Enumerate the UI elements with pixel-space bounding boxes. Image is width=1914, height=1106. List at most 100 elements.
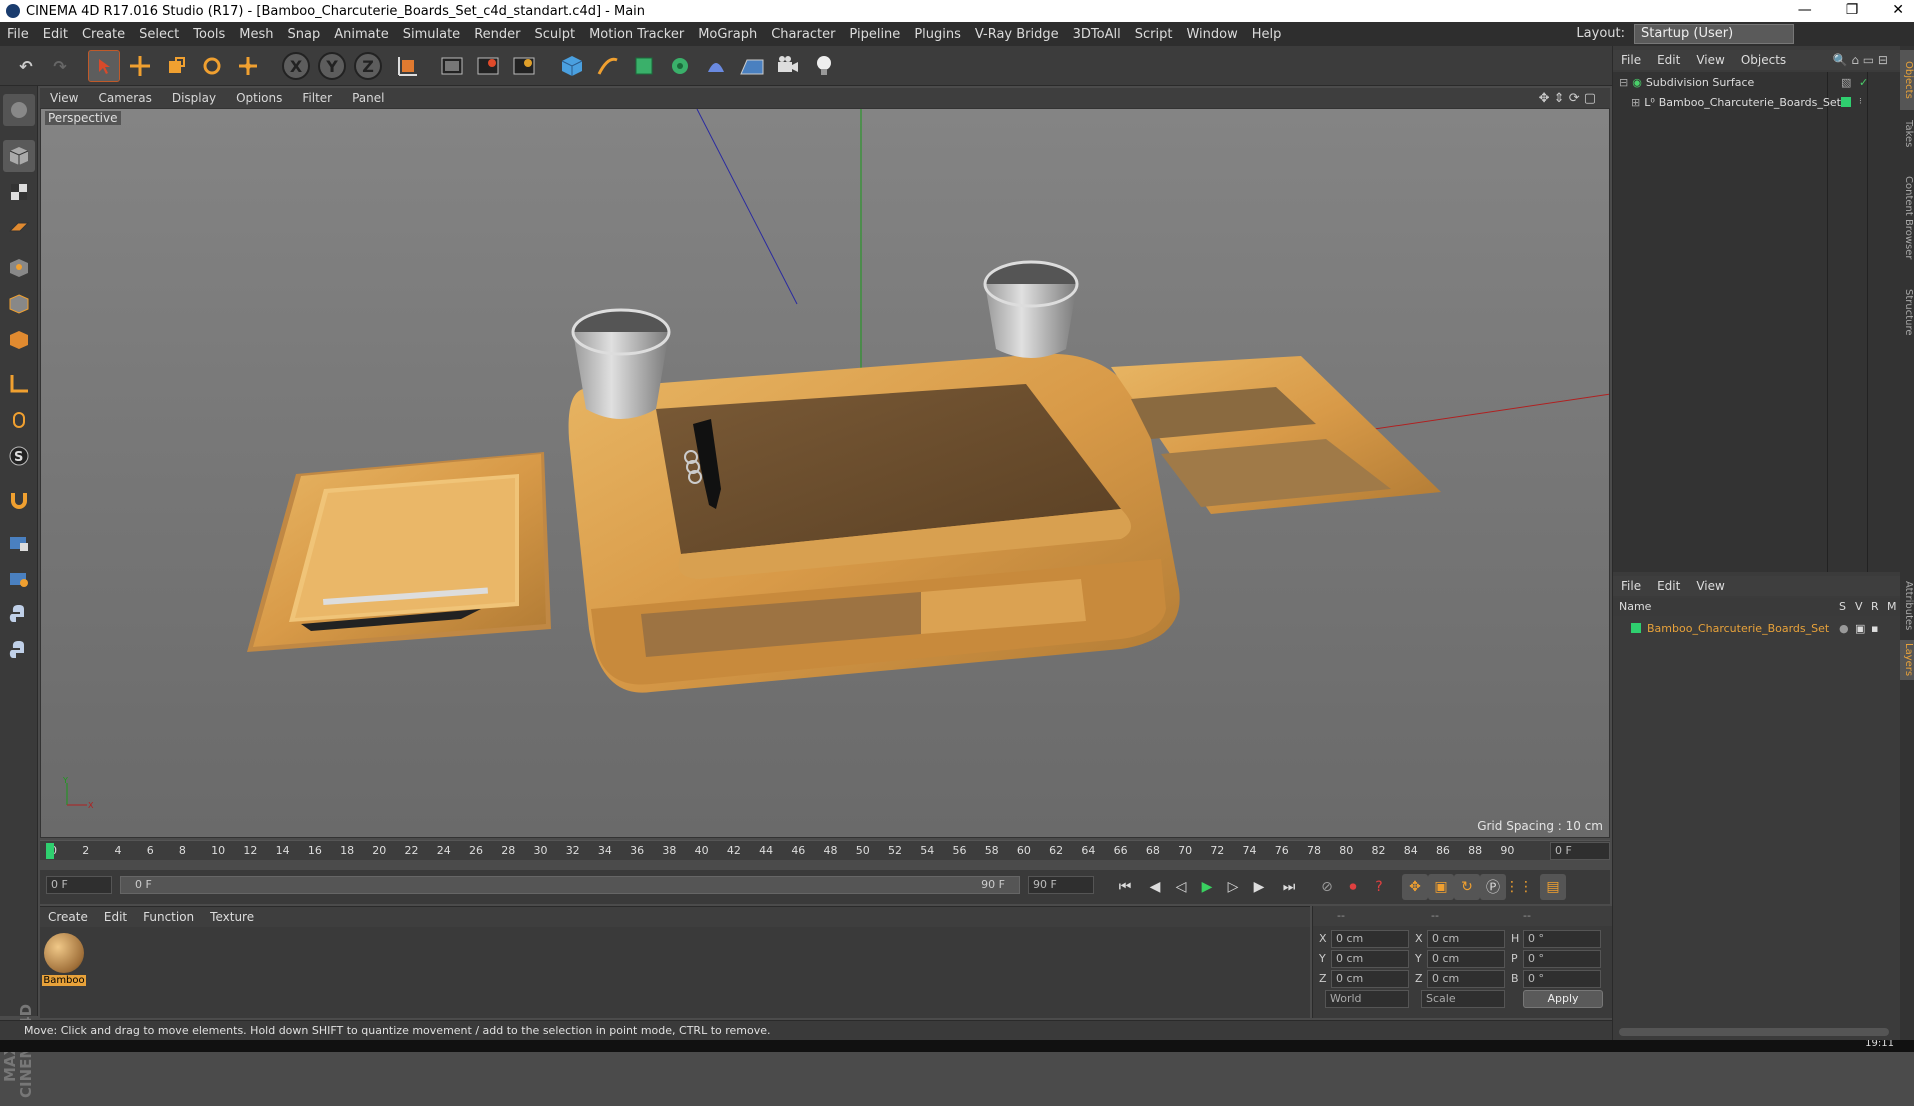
layer-scrollbar[interactable] [1619,1028,1889,1036]
live-selection-icon[interactable] [232,50,264,82]
tab-layers[interactable]: Layers [1900,640,1914,680]
light-bulb-icon[interactable] [808,50,840,82]
pos-z-field[interactable]: 0 cm [1331,970,1409,988]
render-view-icon[interactable] [436,50,468,82]
layer-visible-icon[interactable]: ▣ [1855,622,1865,635]
x-axis-toggle[interactable]: X [282,52,310,80]
make-editable-icon[interactable] [3,94,35,126]
go-to-start-icon[interactable]: ⏮ [1112,874,1138,900]
redo-icon[interactable]: ↷ [44,50,76,82]
tab-structure[interactable]: Structure [1900,282,1914,342]
tab-objects[interactable]: Objects [1900,50,1914,110]
viewport-nav-icons[interactable]: ✥ ⇕ ⟳ ▢ [1529,91,1606,106]
key-scale-icon[interactable]: ▣ [1428,874,1454,900]
tweak-mode-icon[interactable] [3,404,35,436]
obj-toolbar-icons[interactable]: 🔍 ⌂ ▭ ⊟ [1825,53,1896,67]
scale-select[interactable]: Scale [1421,990,1505,1008]
nurbs-generator-icon[interactable] [628,50,660,82]
mat-menu-function[interactable]: Function [135,910,202,924]
model-mode-icon[interactable] [3,140,35,172]
menu-sculpt[interactable]: Sculpt [527,27,582,42]
visibility-dots-icon[interactable]: ⁝ [1859,97,1862,107]
edges-mode-icon[interactable] [3,288,35,320]
apply-button[interactable]: Apply [1523,990,1603,1008]
layer-menu-file[interactable]: File [1613,579,1649,593]
menu-window[interactable]: Window [1179,27,1244,42]
menu-simulate[interactable]: Simulate [396,27,467,42]
material-swatch[interactable]: Bamboo [42,931,86,993]
world-select[interactable]: World [1325,990,1409,1008]
obj-menu-edit[interactable]: Edit [1649,53,1688,67]
menu-tools[interactable]: Tools [186,27,232,42]
vp-menu-options[interactable]: Options [226,91,292,105]
python-script-icon[interactable] [3,598,35,630]
object-row-boards[interactable]: ⊞ L⁰ Bamboo_Charcuterie_Boards_Set ⁝ [1613,92,1900,112]
object-row-subdivision[interactable]: ⊟ ◉ Subdivision Surface ▧ ✓ [1613,72,1900,92]
tab-attributes[interactable]: Attributes [1900,576,1914,636]
select-arrow-icon[interactable] [88,50,120,82]
menu-vray-bridge[interactable]: V-Ray Bridge [968,27,1066,42]
tab-content-browser[interactable]: Content Browser [1900,158,1914,278]
menu-plugins[interactable]: Plugins [907,27,968,42]
axis-mode-icon[interactable] [3,368,35,400]
current-frame-field[interactable]: 0 F [1550,842,1610,860]
minimize-button[interactable]: — [1798,2,1812,18]
autokey-icon[interactable]: ⏺ [1340,874,1366,900]
menu-select[interactable]: Select [132,27,186,42]
vp-menu-display[interactable]: Display [162,91,226,105]
menu-mograph[interactable]: MoGraph [691,27,764,42]
layer-solo-icon[interactable]: ● [1839,622,1849,635]
menu-animate[interactable]: Animate [327,27,395,42]
timeline-window-icon[interactable]: ▤ [1540,874,1566,900]
menu-help[interactable]: Help [1245,27,1289,42]
layer-render-icon[interactable]: ▪ [1871,622,1878,635]
layout-select[interactable]: Startup (User) [1634,24,1794,44]
vp-menu-panel[interactable]: Panel [342,91,394,105]
size-y-field[interactable]: 0 cm [1427,950,1505,968]
timeline-ruler[interactable]: 0246810121416182022242628303234363840424… [40,840,1610,860]
camera-icon[interactable] [772,50,804,82]
spline-pen-icon[interactable] [592,50,624,82]
render-settings-icon[interactable] [508,50,540,82]
end-frame-field[interactable]: 90 F [1028,876,1094,894]
render-picture-viewer-icon[interactable] [472,50,504,82]
rot-b-field[interactable]: 0 ° [1523,970,1601,988]
vp-menu-view[interactable]: View [40,91,88,105]
obj-menu-view[interactable]: View [1688,53,1732,67]
rot-h-field[interactable]: 0 ° [1523,930,1601,948]
y-axis-toggle[interactable]: Y [318,52,346,80]
array-cloner-icon[interactable] [664,50,696,82]
enable-check-icon[interactable]: ✓ [1859,76,1868,89]
menu-render[interactable]: Render [467,27,527,42]
edit-flag-icon[interactable]: ▧ [1841,76,1851,89]
size-x-field[interactable]: 0 cm [1427,930,1505,948]
pos-x-field[interactable]: 0 cm [1331,930,1409,948]
play-icon[interactable]: ▶ [1194,874,1220,900]
close-button[interactable]: ✕ [1892,2,1904,18]
vp-menu-cameras[interactable]: Cameras [88,91,161,105]
menu-3dtoall[interactable]: 3DToAll [1066,27,1128,42]
cube-primitive-icon[interactable] [556,50,588,82]
rot-p-field[interactable]: 0 ° [1523,950,1601,968]
menu-pipeline[interactable]: Pipeline [842,27,907,42]
magnet-snap-icon[interactable] [3,484,35,516]
menu-create[interactable]: Create [75,27,132,42]
python-script-2-icon[interactable] [3,634,35,666]
playhead-marker[interactable] [46,843,54,859]
pos-y-field[interactable]: 0 cm [1331,950,1409,968]
floor-environment-icon[interactable] [736,50,768,82]
layer-menu-edit[interactable]: Edit [1649,579,1688,593]
key-position-icon[interactable]: ✥ [1402,874,1428,900]
menu-mesh[interactable]: Mesh [232,27,280,42]
move-icon[interactable] [124,50,156,82]
go-to-end-icon[interactable]: ⏭ [1276,874,1302,900]
snap-settings-icon[interactable]: S [3,440,35,472]
layer-menu-view[interactable]: View [1688,579,1732,593]
tab-takes[interactable]: Takes [1900,114,1914,154]
menu-file[interactable]: File [0,27,36,42]
menu-script[interactable]: Script [1128,27,1180,42]
obj-menu-file[interactable]: File [1613,53,1649,67]
mat-menu-edit[interactable]: Edit [96,910,135,924]
keyframe-help-icon[interactable]: ? [1366,874,1392,900]
restore-button[interactable]: ❐ [1846,2,1859,18]
